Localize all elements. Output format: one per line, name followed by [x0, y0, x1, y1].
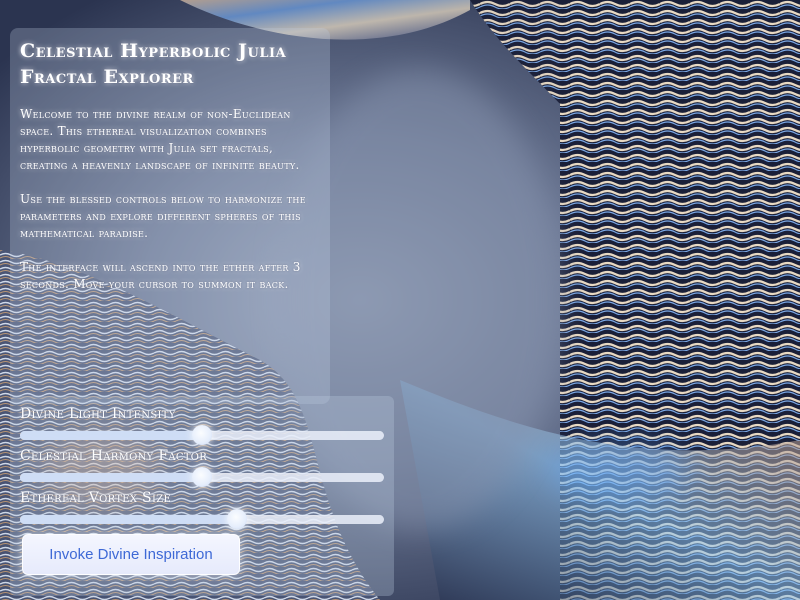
slider-thumb[interactable] — [227, 509, 248, 529]
slider-fill — [20, 515, 238, 524]
slider-track[interactable] — [20, 515, 384, 524]
intro-paragraph: Welcome to the divine realm of non-Eucli… — [20, 107, 300, 172]
slider-fill — [20, 431, 202, 440]
page-title: Celestial Hyperbolic Julia Fractal Explo… — [20, 40, 287, 88]
harmony-factor-slider[interactable] — [20, 466, 384, 488]
vortex-size-slider[interactable] — [20, 508, 384, 530]
info-panel: Celestial Hyperbolic Julia Fractal Explo… — [10, 28, 330, 404]
harmony-factor-label: Celestial Harmony Factor — [20, 448, 208, 464]
light-intensity-label: Divine Light Intensity — [20, 406, 176, 422]
slider-fill — [20, 473, 202, 482]
vortex-size-label: Ethereal Vortex Size — [20, 490, 172, 506]
instructions-paragraph: Use the blessed controls below to harmon… — [20, 192, 306, 240]
fractal-viewport[interactable]: Celestial Hyperbolic Julia Fractal Explo… — [0, 0, 800, 600]
light-intensity-slider[interactable] — [20, 424, 384, 446]
invoke-divine-inspiration-button[interactable]: Invoke Divine Inspiration — [22, 534, 240, 575]
autohide-paragraph: The interface will ascend into the ether… — [20, 260, 301, 291]
slider-thumb[interactable] — [192, 467, 212, 487]
slider-thumb[interactable] — [192, 425, 212, 445]
controls-panel: Divine Light Intensity Celestial Harmony… — [10, 396, 394, 596]
